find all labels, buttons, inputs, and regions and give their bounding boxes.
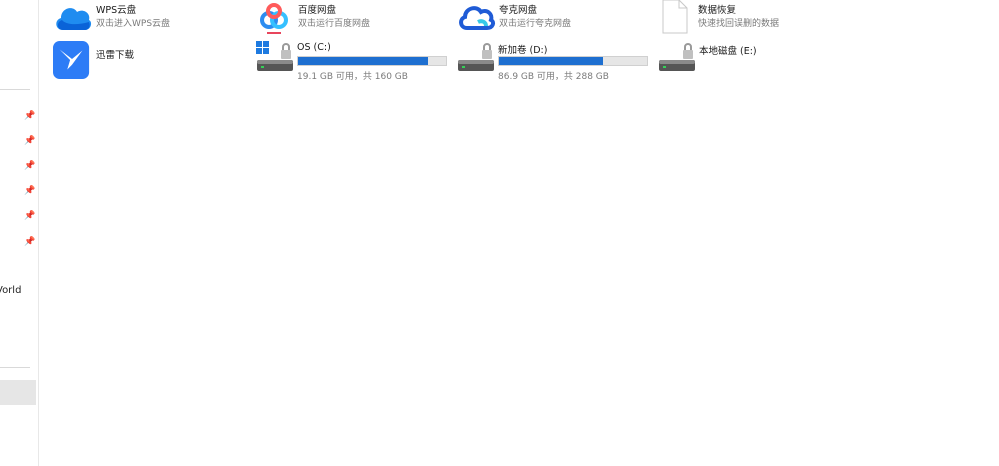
app-tile-baidu-netdisk[interactable]: 百度网盘 双击运行百度网盘 bbox=[255, 0, 435, 36]
app-subtitle: 快速找回误删的数据 bbox=[698, 19, 780, 29]
app-title: 夸克网盘 bbox=[499, 5, 538, 16]
drive-usage-bar bbox=[498, 56, 648, 66]
drive-label: OS (C:) bbox=[297, 42, 331, 53]
drive-free-space: 86.9 GB 可用，共 288 GB bbox=[498, 72, 609, 82]
drive-label: 新加卷 (D:) bbox=[498, 45, 548, 56]
app-tile-data-recovery[interactable]: 数据恢复 快速找回误删的数据 bbox=[659, 0, 839, 36]
document-icon bbox=[662, 0, 688, 34]
thunder-download-icon bbox=[53, 41, 90, 79]
app-tile-wps-cloud[interactable]: WPS云盘 双击进入WPS云盘 bbox=[53, 0, 233, 36]
pin-icon[interactable]: 📌 bbox=[24, 185, 36, 197]
app-title: 数据恢复 bbox=[698, 5, 737, 16]
drive-usage-fill bbox=[298, 57, 429, 65]
drive-tile-c[interactable]: OS (C:) 19.1 GB 可用，共 160 GB bbox=[255, 40, 450, 82]
app-title: 百度网盘 bbox=[298, 5, 337, 16]
app-title: 迅雷下载 bbox=[96, 50, 135, 61]
app-subtitle: 双击运行夸克网盘 bbox=[499, 19, 572, 29]
nav-item-label[interactable]: Vorld bbox=[0, 285, 21, 296]
pin-icon[interactable]: 📌 bbox=[24, 135, 36, 147]
drive-tile-e[interactable]: 本地磁盘 (E:) bbox=[657, 40, 837, 82]
drive-usage-bar bbox=[297, 56, 447, 66]
app-subtitle: 双击运行百度网盘 bbox=[298, 19, 371, 29]
navigation-pane: 📌 📌 📌 📌 📌 📌 Vorld bbox=[0, 0, 39, 466]
main-content: WPS云盘 双击进入WPS云盘 百度网盘 双击运行百度网盘 夸克网盘 双击运行夸… bbox=[39, 0, 999, 466]
nav-item-selected[interactable] bbox=[0, 380, 36, 405]
wps-cloud-icon bbox=[56, 8, 92, 30]
app-tile-thunder-download[interactable]: 迅雷下载 bbox=[53, 40, 233, 82]
drive-usage-fill bbox=[499, 57, 603, 65]
drive-tile-d[interactable]: 新加卷 (D:) 86.9 GB 可用，共 288 GB bbox=[456, 40, 651, 82]
drive-label: 本地磁盘 (E:) bbox=[699, 46, 757, 57]
pin-icon[interactable]: 📌 bbox=[24, 110, 36, 122]
app-subtitle: 双击进入WPS云盘 bbox=[96, 19, 171, 29]
drive-icon bbox=[458, 43, 494, 71]
pin-icon[interactable]: 📌 bbox=[24, 160, 36, 172]
app-tile-quark-netdisk[interactable]: 夸克网盘 双击运行夸克网盘 bbox=[456, 0, 636, 36]
pin-icon[interactable]: 📌 bbox=[24, 236, 36, 248]
nav-separator bbox=[0, 89, 30, 90]
nav-separator bbox=[0, 367, 30, 368]
drive-free-space: 19.1 GB 可用，共 160 GB bbox=[297, 72, 408, 82]
pin-icon[interactable]: 📌 bbox=[24, 210, 36, 222]
drive-icon bbox=[659, 43, 695, 71]
windows-drive-icon bbox=[256, 41, 293, 71]
app-title: WPS云盘 bbox=[96, 5, 137, 16]
baidu-netdisk-icon bbox=[260, 3, 288, 34]
quark-netdisk-icon bbox=[459, 6, 496, 30]
